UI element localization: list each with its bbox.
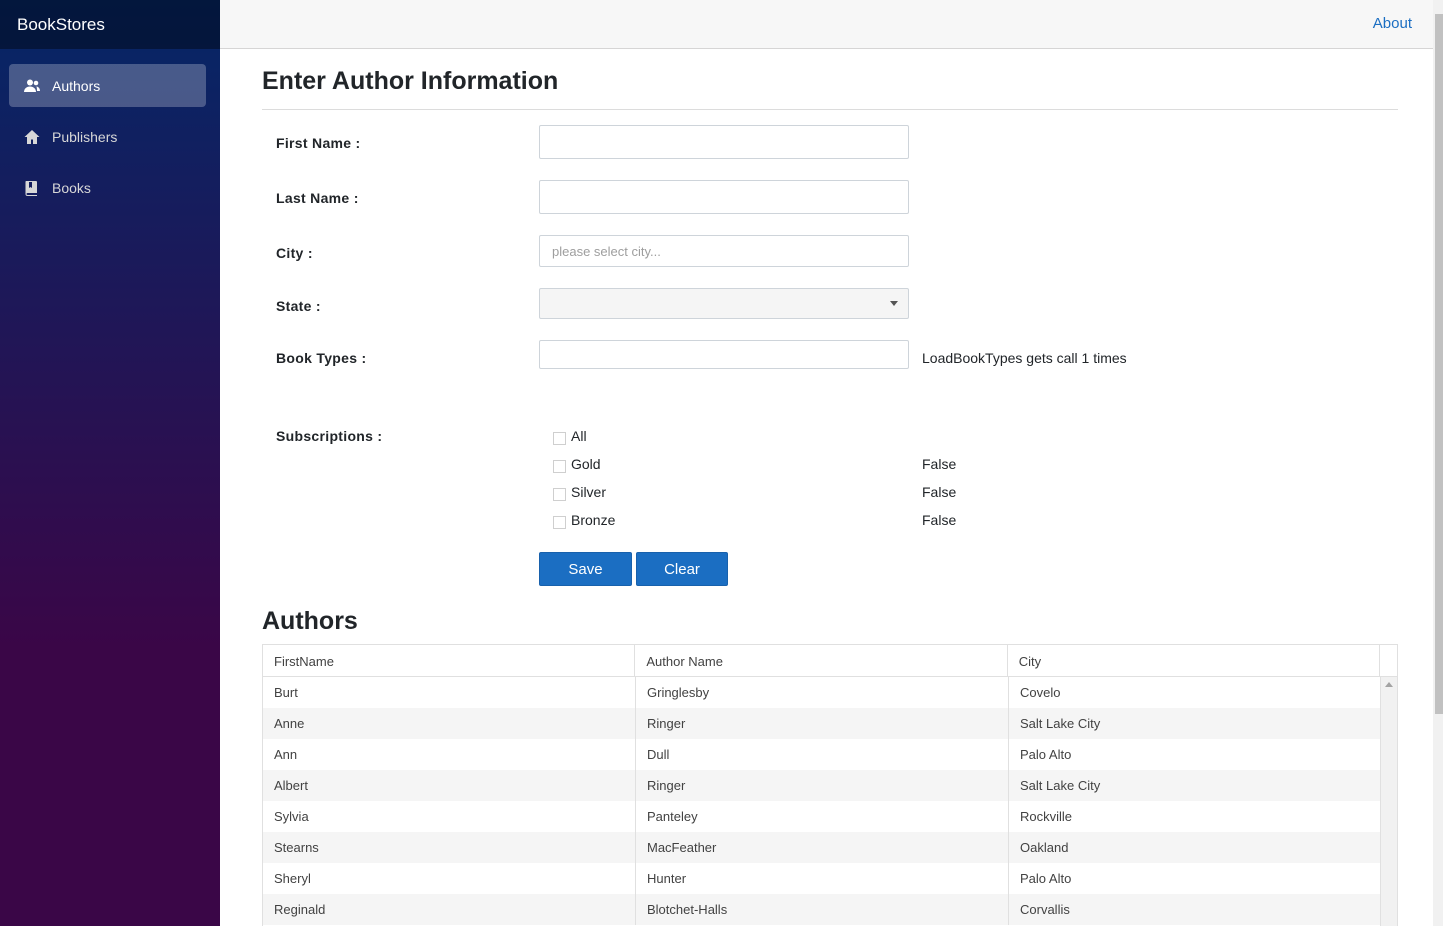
cell-firstname: Sylvia: [263, 801, 636, 832]
sidebar-item-publishers[interactable]: Publishers: [9, 115, 206, 158]
cell-city: Oakland: [1009, 832, 1382, 863]
cell-city: Palo Alto: [1009, 863, 1382, 894]
sidebar-item-books[interactable]: Books: [9, 166, 206, 209]
sidebar-item-authors[interactable]: Authors: [9, 64, 206, 107]
book-types-input[interactable]: [539, 340, 909, 369]
grid-header-scroll-spacer: [1380, 645, 1397, 676]
sidebar-item-label: Publishers: [52, 128, 118, 145]
authors-title: Authors: [262, 607, 358, 635]
cell-city: Salt Lake City: [1009, 708, 1382, 739]
table-row[interactable]: Ann Dull Palo Alto: [263, 739, 1397, 770]
about-link[interactable]: About: [1373, 15, 1412, 32]
state-label: State :: [276, 298, 321, 314]
state-select[interactable]: [539, 288, 909, 319]
subscription-gold-state: False: [922, 456, 957, 472]
authors-grid: FirstName Author Name City Burt Gringles…: [262, 644, 1398, 926]
table-row[interactable]: Anne Ringer Salt Lake City: [263, 708, 1397, 739]
city-input[interactable]: [539, 235, 909, 267]
save-button[interactable]: Save: [539, 552, 632, 586]
cell-firstname: Reginald: [263, 894, 636, 925]
brand-title[interactable]: BookStores: [17, 15, 105, 35]
book-icon: [23, 179, 41, 197]
cell-city: Corvallis: [1009, 894, 1382, 925]
scroll-up-arrow-icon[interactable]: [1385, 682, 1393, 687]
sidebar: BookStores Authors Publishers Books: [0, 0, 220, 926]
cell-city: Rockville: [1009, 801, 1382, 832]
subscription-bronze-checkbox[interactable]: [553, 516, 566, 529]
cell-author-name: Blotchet-Halls: [636, 894, 1009, 925]
subscription-silver-label[interactable]: Silver: [571, 484, 606, 500]
table-row[interactable]: Reginald Blotchet-Halls Corvallis: [263, 894, 1397, 925]
table-row[interactable]: Albert Ringer Salt Lake City: [263, 770, 1397, 801]
chevron-down-icon: [890, 301, 898, 306]
column-header-author-name[interactable]: Author Name: [635, 645, 1008, 676]
cell-author-name: Dull: [636, 739, 1009, 770]
grid-header: FirstName Author Name City: [263, 645, 1397, 677]
page-scrollbar[interactable]: [1433, 0, 1443, 926]
cell-author-name: Gringlesby: [636, 677, 1009, 708]
cell-firstname: Stearns: [263, 832, 636, 863]
first-name-input[interactable]: [539, 125, 909, 159]
main-content: Enter Author Information First Name : La…: [262, 49, 1398, 926]
subscription-gold-checkbox[interactable]: [553, 460, 566, 473]
subscription-gold-label[interactable]: Gold: [571, 456, 601, 472]
subscription-bronze-state: False: [922, 512, 957, 528]
last-name-input[interactable]: [539, 180, 909, 214]
sidebar-item-label: Authors: [52, 77, 101, 94]
last-name-label: Last Name :: [276, 190, 359, 206]
first-name-label: First Name :: [276, 135, 361, 151]
cell-firstname: Ann: [263, 739, 636, 770]
cell-firstname: Burt: [263, 677, 636, 708]
subscription-silver-state: False: [922, 484, 957, 500]
cell-firstname: Albert: [263, 770, 636, 801]
cell-author-name: Ringer: [636, 770, 1009, 801]
cell-author-name: Panteley: [636, 801, 1009, 832]
column-header-firstname[interactable]: FirstName: [263, 645, 636, 676]
sidebar-item-label: Books: [52, 179, 91, 196]
column-header-city[interactable]: City: [1008, 645, 1381, 676]
page-scrollbar-thumb[interactable]: [1435, 14, 1443, 714]
grid-body: Burt Gringlesby Covelo Anne Ringer Salt …: [263, 677, 1397, 926]
cell-author-name: Ringer: [636, 708, 1009, 739]
cell-firstname: Anne: [263, 708, 636, 739]
cell-author-name: Hunter: [636, 863, 1009, 894]
grid-scrollbar[interactable]: [1380, 677, 1397, 926]
subscriptions-label: Subscriptions :: [276, 428, 383, 444]
top-bar: About: [220, 0, 1433, 49]
page-title: Enter Author Information: [262, 67, 1398, 110]
subscription-bronze-label[interactable]: Bronze: [571, 512, 615, 528]
cell-author-name: MacFeather: [636, 832, 1009, 863]
cell-city: Covelo: [1009, 677, 1382, 708]
clear-button[interactable]: Clear: [636, 552, 728, 586]
subscription-silver-checkbox[interactable]: [553, 488, 566, 501]
table-row[interactable]: Sylvia Panteley Rockville: [263, 801, 1397, 832]
people-icon: [23, 77, 41, 95]
cell-city: Salt Lake City: [1009, 770, 1382, 801]
brand-bar: BookStores: [0, 0, 220, 49]
cell-city: Palo Alto: [1009, 739, 1382, 770]
subscription-all-checkbox[interactable]: [553, 432, 566, 445]
home-icon: [23, 128, 41, 146]
table-row[interactable]: Sheryl Hunter Palo Alto: [263, 863, 1397, 894]
subscription-all-label[interactable]: All: [571, 428, 587, 444]
book-types-note: LoadBookTypes gets call 1 times: [922, 350, 1127, 366]
sidebar-nav: Authors Publishers Books: [0, 49, 220, 209]
cell-firstname: Sheryl: [263, 863, 636, 894]
city-label: City :: [276, 245, 313, 261]
table-row[interactable]: Stearns MacFeather Oakland: [263, 832, 1397, 863]
table-row[interactable]: Burt Gringlesby Covelo: [263, 677, 1397, 708]
book-types-label: Book Types :: [276, 350, 367, 366]
